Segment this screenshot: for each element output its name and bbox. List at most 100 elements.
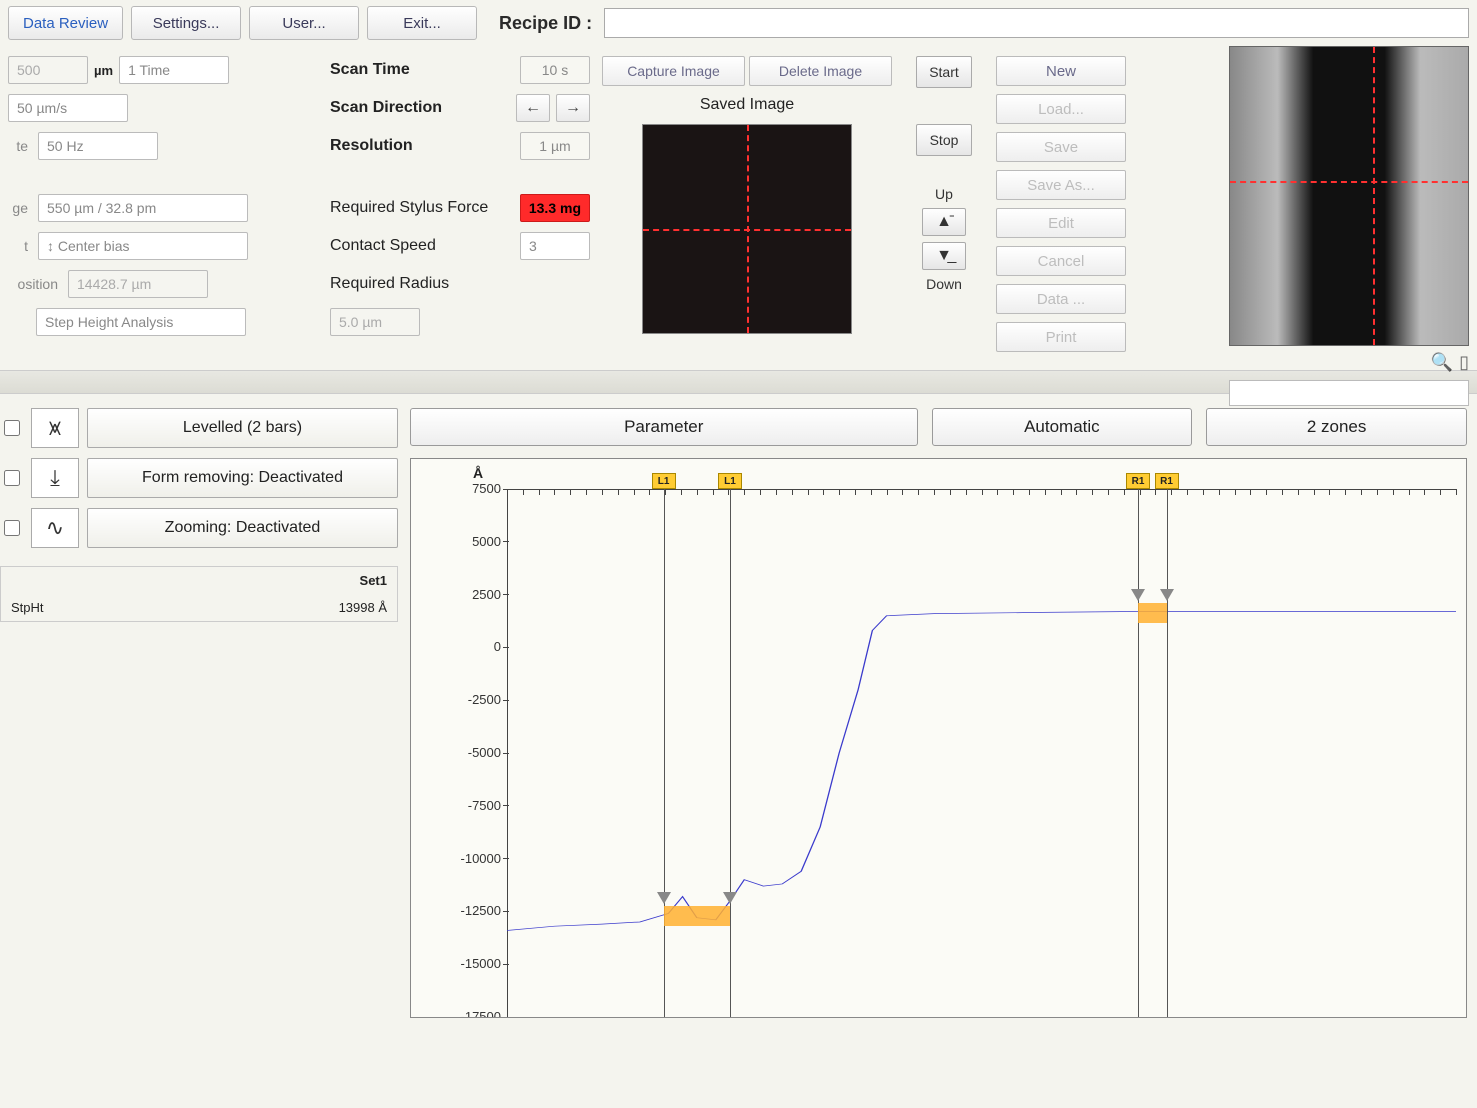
plot-marker-l1[interactable]: L1 [652,473,676,489]
plot-marker-r1[interactable]: R1 [1126,473,1150,489]
scan-freq-select[interactable]: 50 Hz [38,132,158,160]
camera-settings-icon[interactable]: ▯ [1459,352,1469,373]
plot-region-handle-icon[interactable] [723,892,737,904]
required-radius-label: Required Radius [330,270,449,298]
start-button[interactable]: Start [916,56,972,88]
plot-marker-r1[interactable]: R1 [1155,473,1179,489]
plot-xtick [744,489,745,495]
levelled-checkbox[interactable] [4,420,20,436]
recipe-save-button[interactable]: Save [996,132,1126,162]
plot-xtick [1092,489,1093,495]
position-input[interactable] [68,270,208,298]
zoom-icon[interactable]: 🔍 [1431,352,1453,373]
plot-xtick [1235,489,1236,495]
plot-region-handle-icon[interactable] [657,892,671,904]
zoom-checkbox[interactable] [4,520,20,536]
results-table: Set1 StpHt 13998 Å [0,566,398,622]
scan-length-input[interactable] [8,56,88,84]
form-button[interactable]: Form removing: Deactivated [87,458,398,498]
plot-xtick [839,489,840,495]
delete-image-button[interactable]: Delete Image [749,56,892,86]
capture-image-button[interactable]: Capture Image [602,56,745,86]
camera-crosshair-v-icon [1373,47,1375,345]
recipe-new-button[interactable]: New [996,56,1126,86]
stop-button[interactable]: Stop [916,124,972,156]
plot-xtick [539,489,540,495]
profile-plot[interactable]: Å 7500500025000-2500-5000-7500-10000-125… [410,458,1467,1018]
recipe-print-button[interactable]: Print [996,322,1126,352]
plot-region[interactable] [1138,603,1166,623]
plot-xtick [934,489,935,495]
plot-xtick [1013,489,1014,495]
settings-button[interactable]: Settings... [131,6,241,40]
recipe-data-button[interactable]: Data ... [996,284,1126,314]
plot-xtick [1377,489,1378,495]
plot-ytick: -17500 [441,1009,501,1018]
automatic-tab[interactable]: Automatic [932,408,1193,446]
tilt-partial-label: t [8,238,32,254]
required-force-label: Required Stylus Force [330,194,488,222]
plot-y-unit: Å [473,465,483,481]
plot-xtick [918,489,919,495]
plot-marker-line [1138,489,1139,1017]
zoom-wave-icon: ∿ [31,508,79,548]
plot-ytick: 0 [441,639,501,654]
results-set-header: Set1 [267,573,387,588]
plot-xtick [887,489,888,495]
plot-trace [507,489,1456,1017]
plot-marker-line [730,489,731,1017]
camera-crosshair-h-icon [1230,181,1468,183]
scan-speed-select[interactable]: 50 µm/s [8,94,128,122]
plot-xtick [1219,489,1220,495]
plot-xtick [507,489,508,495]
user-button[interactable]: User... [249,6,359,40]
plot-xtick [681,489,682,495]
plot-xtick [1045,489,1046,495]
plot-xtick [1108,489,1109,495]
result-name: StpHt [11,600,267,615]
plot-region[interactable] [664,906,730,926]
plot-marker-l1[interactable]: L1 [718,473,742,489]
move-down-fast-button[interactable]: ▼̲ [922,242,966,270]
plot-xtick [1266,489,1267,495]
plot-xtick [618,489,619,495]
analysis-select[interactable]: Step Height Analysis [36,308,246,336]
plot-ytick: -12500 [441,903,501,918]
plot-xtick [1314,489,1315,495]
zones-tab[interactable]: 2 zones [1206,408,1467,446]
data-review-button[interactable]: Data Review [8,6,123,40]
move-up-fast-button[interactable]: ▲̄ [922,208,966,236]
plot-ytick: -15000 [441,956,501,971]
plot-xtick [602,489,603,495]
recipe-cancel-button[interactable]: Cancel [996,246,1126,276]
range-partial-label: ge [8,200,32,216]
plot-xtick [1124,489,1125,495]
plot-marker-line [1167,489,1168,1017]
bias-select[interactable]: ↕ Center bias [38,232,248,260]
levelled-button[interactable]: Levelled (2 bars) [87,408,398,448]
form-checkbox[interactable] [4,470,20,486]
camera-info-input[interactable] [1229,380,1469,406]
scan-dir-right-button[interactable]: → [556,94,590,122]
plot-ytick: -5000 [441,745,501,760]
plot-xtick [697,489,698,495]
parameter-tab[interactable]: Parameter [410,408,918,446]
recipe-edit-button[interactable]: Edit [996,208,1126,238]
zoom-button[interactable]: Zooming: Deactivated [87,508,398,548]
rate-partial-label: te [8,138,32,154]
plot-xtick [1329,489,1330,495]
recipe-load-button[interactable]: Load... [996,94,1126,124]
plot-xtick [1187,489,1188,495]
plot-region-handle-icon[interactable] [1160,589,1174,601]
scan-times-select[interactable]: 1 Time [119,56,229,84]
required-radius-input[interactable] [330,308,420,336]
range-select[interactable]: 550 µm / 32.8 pm [38,194,248,222]
plot-xtick [570,489,571,495]
contact-speed-select[interactable]: 3 [520,232,590,260]
exit-button[interactable]: Exit... [367,6,477,40]
scan-dir-left-button[interactable]: ← [516,94,550,122]
recipe-saveas-button[interactable]: Save As... [996,170,1126,200]
recipe-id-input[interactable] [604,8,1469,38]
plot-region-handle-icon[interactable] [1131,589,1145,601]
up-label: Up [935,186,953,202]
